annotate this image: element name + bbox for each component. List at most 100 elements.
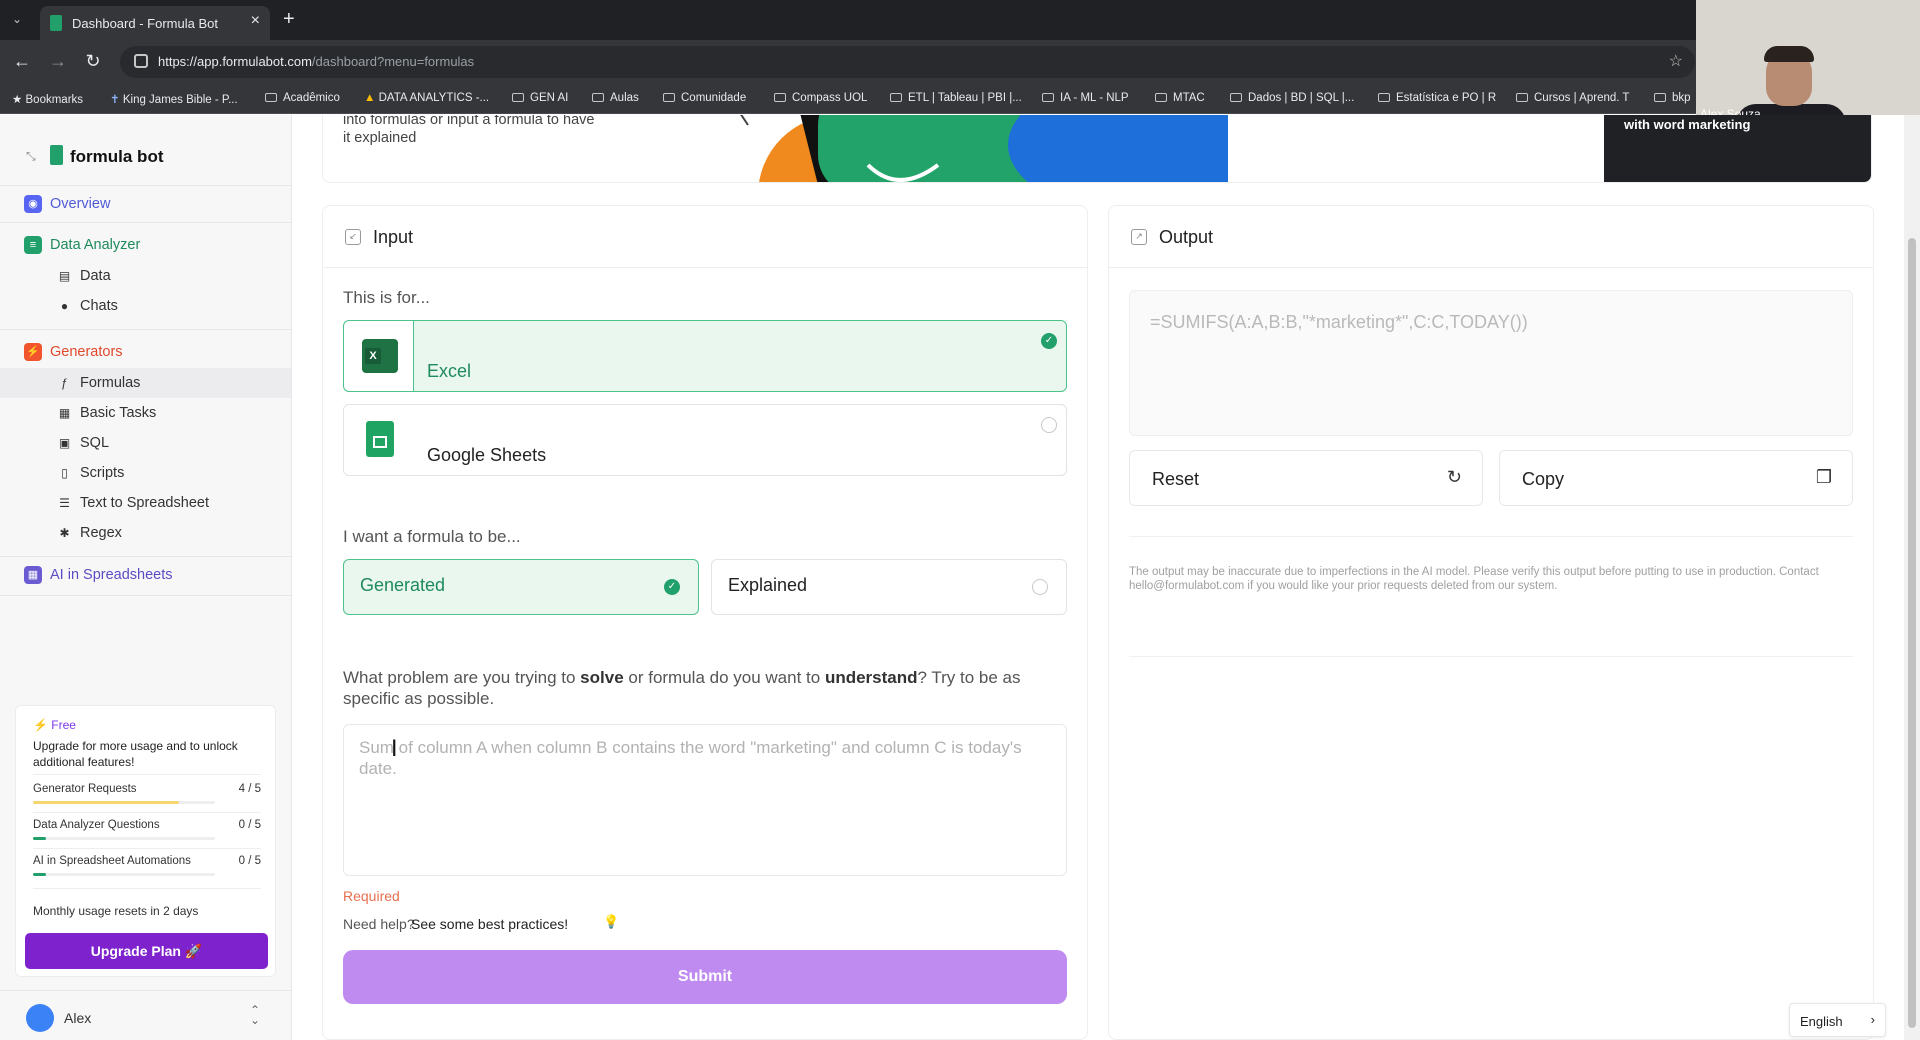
usage-reset-note: Monthly usage resets in 2 days bbox=[33, 904, 199, 918]
banner-dark-card[interactable]: with word marketing bbox=[1604, 115, 1871, 182]
platform-option-label: Excel bbox=[427, 361, 472, 381]
output-disclaimer: The output may be inaccurate due to impe… bbox=[1129, 566, 1819, 592]
ai-spreadsheet-icon: ▦ bbox=[24, 566, 42, 584]
sidebar-item-data[interactable]: ▤ Data bbox=[0, 261, 291, 291]
regex-icon: ✱ bbox=[59, 526, 70, 540]
bookmark-folder[interactable]: Dados | BD | SQL |... bbox=[1230, 92, 1354, 104]
usage-row: Data Analyzer Questions 0 / 5 bbox=[33, 819, 261, 841]
sidebar-item-regex[interactable]: ✱ Regex bbox=[0, 518, 291, 548]
usage-count: 4 / 5 bbox=[238, 783, 261, 795]
folder-icon bbox=[774, 93, 786, 102]
sidebar-item-scripts[interactable]: ▯ Scripts bbox=[0, 458, 291, 488]
bookmark-folder[interactable]: bkp bbox=[1654, 92, 1691, 104]
choice-icon-box: X bbox=[344, 321, 414, 391]
best-practices-link[interactable]: See some best practices! bbox=[411, 916, 568, 932]
site-info-icon[interactable] bbox=[134, 54, 148, 68]
sql-file-icon: ▣ bbox=[58, 436, 71, 450]
output-arrow-icon: ↗ bbox=[1131, 229, 1147, 245]
new-tab-icon[interactable]: + bbox=[283, 8, 295, 31]
bookmark-item[interactable]: ★ Bookmarks bbox=[12, 92, 83, 106]
bookmark-folder[interactable]: Estatística e PO | R bbox=[1378, 92, 1496, 104]
platform-option-google-sheets[interactable]: Google Sheets bbox=[343, 404, 1067, 476]
mode-option-generated[interactable]: Generated ✓ bbox=[343, 559, 699, 615]
excel-icon: X bbox=[362, 339, 398, 373]
address-url: https://app.formulabot.com/dashboard?men… bbox=[158, 54, 475, 69]
tab-title: Dashboard - Formula Bot bbox=[72, 16, 218, 31]
usage-progress-fill bbox=[33, 801, 179, 804]
copy-button-label: Copy bbox=[1522, 469, 1565, 489]
folder-icon bbox=[1155, 93, 1167, 102]
bookmark-folder[interactable]: IA - ML - NLP bbox=[1042, 92, 1129, 104]
bookmarks-bar: ★ Bookmarks ✝ King James Bible - P... Ac… bbox=[0, 84, 1920, 114]
folder-icon bbox=[265, 93, 277, 102]
sidebar-item-basic-tasks[interactable]: ▦ Basic Tasks bbox=[0, 398, 291, 428]
bookmark-folder[interactable]: Aulas bbox=[592, 92, 639, 104]
required-message: Required bbox=[343, 888, 400, 904]
sidebar-item-sql[interactable]: ▣ SQL bbox=[0, 428, 291, 458]
sidebar-item-label: SQL bbox=[80, 435, 110, 451]
bookmark-folder[interactable]: Compass UOL bbox=[774, 92, 867, 104]
reload-icon[interactable]: ↻ bbox=[82, 50, 104, 72]
usage-label: AI in Spreadsheet Automations bbox=[33, 855, 191, 867]
output-box[interactable]: =SUMIFS(A:A,B:B,"*marketing*",C:C,TODAY(… bbox=[1129, 290, 1853, 436]
reset-button[interactable]: Reset ↻ bbox=[1129, 450, 1483, 506]
grid-icon: ▦ bbox=[58, 406, 71, 420]
folder-icon bbox=[663, 93, 675, 102]
main-content: into formulas or input a formula to have… bbox=[292, 115, 1904, 1040]
folder-icon bbox=[512, 93, 524, 102]
page-scrollbar[interactable] bbox=[1904, 115, 1920, 1040]
address-bar[interactable]: https://app.formulabot.com/dashboard?men… bbox=[120, 46, 1695, 78]
mode-option-label: Generated bbox=[360, 575, 446, 595]
language-selector[interactable]: English › bbox=[1789, 1003, 1886, 1037]
formula-bot-logo-icon bbox=[50, 145, 63, 165]
bookmark-folder[interactable]: Acadêmico bbox=[265, 92, 340, 104]
sidebar-divider bbox=[0, 329, 291, 330]
mode-label: I want a formula to be... bbox=[343, 527, 521, 546]
bookmark-folder[interactable]: MTAC bbox=[1155, 92, 1205, 104]
output-panel-header: ↗ Output bbox=[1109, 206, 1873, 268]
sidebar-item-chats[interactable]: ● Chats bbox=[0, 291, 291, 321]
back-icon[interactable]: ← bbox=[11, 50, 33, 72]
submit-button[interactable]: Submit bbox=[343, 950, 1067, 1004]
bookmark-folder[interactable]: GEN AI bbox=[512, 92, 568, 104]
tab-search-icon[interactable]: ⌄ bbox=[12, 12, 28, 28]
problem-textarea[interactable] bbox=[343, 724, 1067, 876]
usage-label: Generator Requests bbox=[33, 783, 137, 795]
output-panel-title: Output bbox=[1159, 227, 1214, 247]
banner-blue-shape bbox=[1008, 115, 1228, 182]
usage-label: Data Analyzer Questions bbox=[33, 819, 160, 831]
sidebar-item-label: Formulas bbox=[80, 375, 141, 391]
sheets-grid bbox=[373, 436, 387, 448]
close-tab-icon[interactable]: × bbox=[251, 12, 260, 30]
logo-text: formula bot bbox=[70, 147, 164, 166]
folder-icon bbox=[1516, 93, 1528, 102]
script-file-icon: ▯ bbox=[61, 466, 68, 480]
bookmark-item[interactable]: ✝ King James Bible - P... bbox=[110, 92, 238, 106]
copy-button[interactable]: Copy ❐ bbox=[1499, 450, 1853, 506]
upgrade-plan-button[interactable]: Upgrade Plan 🚀 bbox=[25, 933, 268, 969]
usage-divider bbox=[33, 888, 261, 889]
bookmark-folder[interactable]: Cursos | Aprend. T bbox=[1516, 92, 1629, 104]
folder-icon bbox=[1378, 93, 1390, 102]
bookmark-folder[interactable]: Comunidade bbox=[663, 92, 746, 104]
forward-icon[interactable]: → bbox=[47, 50, 69, 72]
user-menu[interactable]: Alex ⌃ ⌄ bbox=[0, 990, 291, 1040]
star-icon: ★ bbox=[12, 94, 26, 106]
usage-row: AI in Spreadsheet Automations 0 / 5 bbox=[33, 855, 261, 877]
browser-tab[interactable]: Dashboard - Formula Bot × bbox=[40, 6, 270, 40]
table-icon: ▤ bbox=[58, 269, 71, 283]
banner-stroke bbox=[740, 115, 749, 126]
scrollbar-thumb[interactable] bbox=[1908, 238, 1916, 1028]
bookmark-folder[interactable]: ETL | Tableau | PBI |... bbox=[890, 92, 1022, 104]
folder-icon bbox=[890, 93, 902, 102]
sidebar-item-label: Overview bbox=[50, 196, 111, 212]
platform-option-excel[interactable]: X Excel ✓ bbox=[343, 320, 1067, 392]
lightbulb-icon[interactable]: 💡 bbox=[603, 914, 619, 932]
usage-progress bbox=[33, 801, 215, 804]
bookmark-item[interactable]: ▲ DATA ANALYTICS -... bbox=[364, 92, 489, 104]
mode-option-explained[interactable]: Explained bbox=[711, 559, 1067, 615]
sidebar-item-text-to-spreadsheet[interactable]: ☰ Text to Spreadsheet bbox=[0, 488, 291, 518]
bookmark-star-icon[interactable]: ☆ bbox=[1669, 51, 1683, 71]
sidebar-item-formulas[interactable]: ƒ Formulas bbox=[0, 368, 291, 398]
collapse-sidebar-icon[interactable]: ⤡ bbox=[26, 149, 40, 163]
